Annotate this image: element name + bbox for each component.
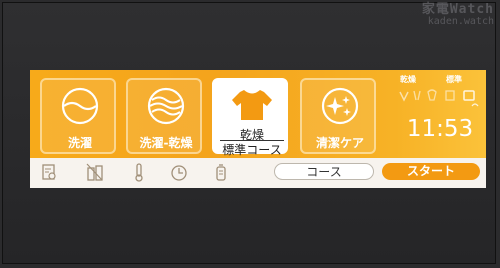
wash-dry-icon <box>147 87 185 125</box>
wash-icon <box>61 87 99 125</box>
dry-status-label: 乾燥 <box>400 75 416 84</box>
wash-dry-label: 洗濯-乾燥 <box>139 136 193 150</box>
status-area: 乾燥 標準 <box>394 74 484 154</box>
clean-care-label: 清潔ケア <box>315 136 364 150</box>
standard-status-label: 標準 <box>446 75 462 84</box>
timer-icon[interactable] <box>170 162 188 182</box>
course-button[interactable]: コース <box>274 163 374 180</box>
wash-mode-button[interactable]: 洗濯 <box>40 78 116 154</box>
temperature-icon[interactable] <box>130 162 148 182</box>
clock: 11:53 <box>406 116 474 142</box>
wash-dry-mode-button[interactable]: 洗濯-乾燥 <box>126 78 202 154</box>
watermark-line1: 家電Watch <box>421 2 494 17</box>
status-icons <box>399 89 479 107</box>
clean-care-mode-button[interactable]: 清潔ケア <box>300 78 376 154</box>
lock-icon[interactable] <box>212 162 230 182</box>
standard-course-label: 標準コース <box>222 143 282 157</box>
detergent-icon[interactable] <box>86 162 104 182</box>
settings-icon[interactable] <box>40 162 58 182</box>
control-panel-display: 洗濯 洗濯-乾燥 乾燥 標準コース 清潔ケア 乾燥 標準 11:53 コース ス… <box>30 70 486 188</box>
start-button[interactable]: スタート <box>382 163 480 180</box>
dry-standard-course-button[interactable]: 乾燥 標準コース <box>212 78 288 157</box>
shirt-icon <box>232 90 272 120</box>
sparkle-icon <box>321 87 359 125</box>
watermark-line2: kaden.watch <box>427 16 494 27</box>
wash-label: 洗濯 <box>67 136 92 150</box>
watermark: 家電Watch kaden.watch <box>402 2 494 34</box>
